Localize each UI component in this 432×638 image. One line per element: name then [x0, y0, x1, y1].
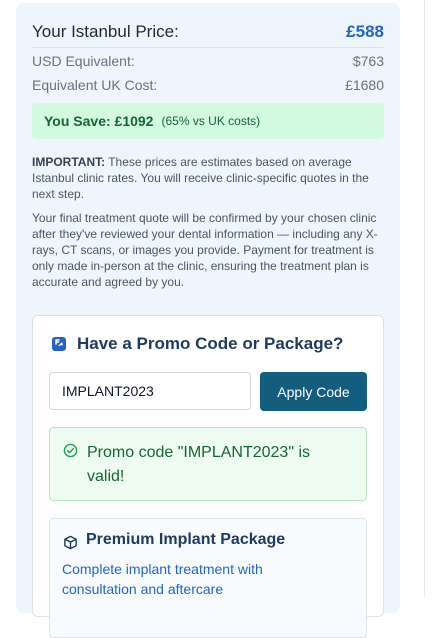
important-label: IMPORTANT:	[32, 155, 106, 169]
final-quote-note: Your final treatment quote will be confi…	[32, 211, 378, 289]
istanbul-price-value: £588	[346, 22, 384, 41]
usd-equivalent-row: USD Equivalent: $763	[32, 53, 384, 69]
package-card: Premium Implant Package Complete implant…	[49, 518, 367, 638]
promo-success-alert: Promo code "IMPLANT2023" is valid!	[49, 427, 367, 501]
istanbul-price-row: Your Istanbul Price: £588	[32, 22, 384, 42]
promo-header: Have a Promo Code or Package?	[51, 334, 343, 354]
check-circle-icon	[63, 443, 78, 458]
uk-cost-value: £1680	[345, 77, 384, 93]
scrollbar-edge	[424, 0, 425, 597]
promo-success-message: Promo code "IMPLANT2023" is valid!	[87, 444, 311, 485]
savings-percent: (65% vs UK costs)	[161, 114, 261, 128]
ticket-icon	[52, 337, 66, 351]
price-summary-card: Your Istanbul Price: £588 USD Equivalent…	[16, 3, 400, 638]
promo-title: Have a Promo Code or Package?	[77, 334, 344, 353]
savings-amount: You Save: £1092	[44, 113, 154, 129]
promo-code-card: Have a Promo Code or Package? Apply Code…	[32, 315, 384, 638]
price-divider	[32, 47, 384, 48]
uk-cost-row: Equivalent UK Cost: £1680	[32, 77, 384, 93]
uk-cost-label: Equivalent UK Cost:	[32, 77, 158, 93]
package-description: Complete implant treatment with consulta…	[62, 561, 263, 597]
promo-code-input[interactable]	[49, 372, 251, 410]
usd-equivalent-value: $763	[352, 53, 384, 69]
important-note: IMPORTANT: These prices are estimates ba…	[32, 154, 384, 202]
package-title: Premium Implant Package	[86, 531, 286, 548]
savings-banner: You Save: £1092 (65% vs UK costs)	[32, 103, 384, 139]
apply-code-button[interactable]: Apply Code	[260, 372, 367, 411]
usd-equivalent-label: USD Equivalent:	[32, 53, 135, 69]
istanbul-price-label: Your Istanbul Price:	[32, 22, 179, 41]
package-icon	[64, 535, 77, 550]
